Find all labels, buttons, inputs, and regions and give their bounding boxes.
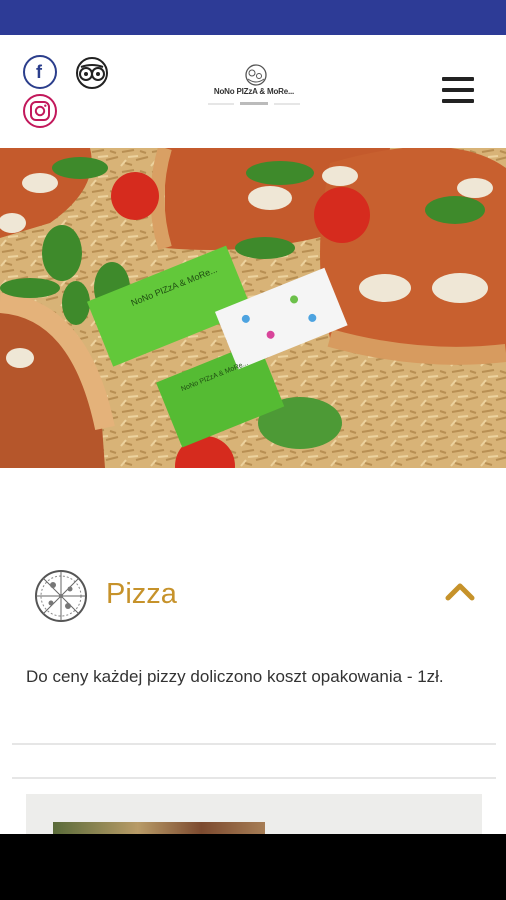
facebook-icon[interactable]: f [23, 55, 57, 89]
hamburger-menu-icon[interactable] [440, 77, 476, 109]
header: f NoNo PIZzA & MoRe... [0, 35, 506, 148]
logo-text: NoNo PIZzA & MoRe... [213, 87, 295, 96]
product-image[interactable] [53, 822, 265, 834]
system-nav-bar [0, 834, 506, 900]
chevron-up-icon[interactable] [444, 580, 476, 602]
hero-image: NoNo PIZzA & MoRe... NoNo PIZzA & MoRe..… [0, 148, 506, 468]
product-card[interactable] [26, 794, 482, 834]
instagram-icon[interactable] [23, 94, 57, 128]
svg-text:f: f [36, 62, 43, 82]
tripadvisor-icon[interactable] [76, 57, 108, 89]
pizza-section-header[interactable]: Pizza [0, 560, 506, 630]
pizza-icon [33, 568, 89, 624]
divider [12, 743, 496, 745]
divider [12, 777, 496, 779]
status-bar [0, 0, 506, 35]
section-title: Pizza [106, 578, 177, 610]
brand-logo[interactable]: NoNo PIZzA & MoRe... [204, 63, 304, 113]
section-description: Do ceny każdej pizzy doliczono koszt opa… [26, 667, 444, 686]
